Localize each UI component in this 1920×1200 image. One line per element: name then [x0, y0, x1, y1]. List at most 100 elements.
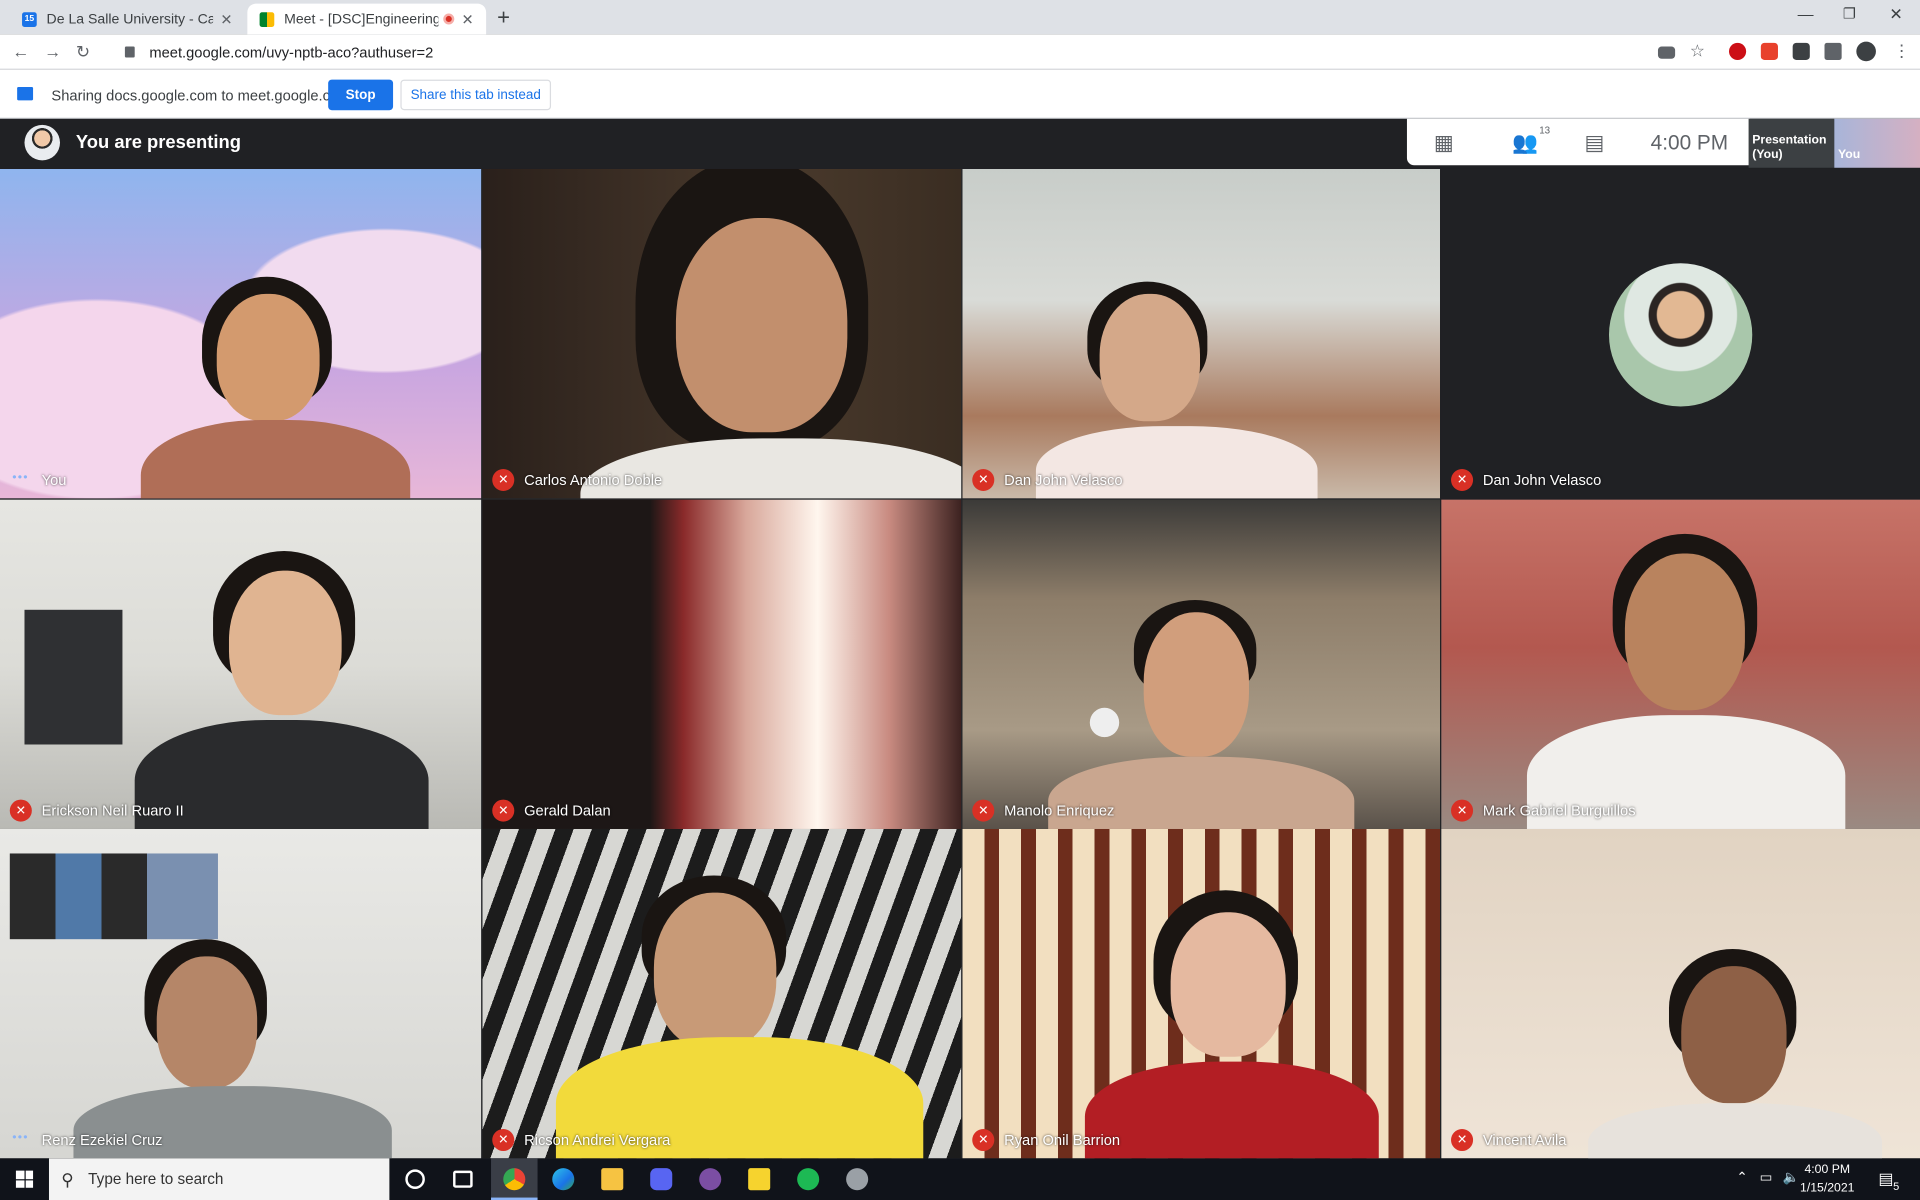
self-thumb-label: You — [1837, 148, 1861, 162]
lock-icon — [124, 46, 135, 58]
participant-name: Erickson Neil Ruaro II — [41, 802, 184, 820]
mic-off-icon: ✕ — [492, 1128, 515, 1152]
presentation-thumb-label: Presentation (You) — [1752, 133, 1827, 162]
camera-icon[interactable] — [1657, 46, 1676, 59]
screen-share-icon — [17, 86, 34, 101]
tp-extension-icon[interactable] — [1760, 42, 1778, 61]
participant-grid: ••• You ✕ Carlos Antonio Doble ✕ Dan Joh… — [0, 168, 1920, 1159]
file-explorer-icon[interactable] — [601, 1168, 624, 1191]
presentation-thumbnail[interactable]: Presentation (You) — [1748, 118, 1835, 168]
chat-icon[interactable]: ▤ — [1585, 131, 1605, 155]
reload-icon[interactable]: ↻ — [76, 42, 90, 63]
minimize-icon[interactable]: — — [1798, 5, 1814, 23]
close-tab-icon[interactable]: ✕ — [462, 10, 474, 27]
participant-tile[interactable]: ••• Renz Ezekiel Cruz — [0, 828, 482, 1159]
restore-icon[interactable]: ❐ — [1843, 5, 1856, 22]
participant-tile[interactable]: ✕ Gerald Dalan — [482, 499, 962, 829]
tab-title: Meet - [DSC]Engineering Office — [284, 11, 439, 27]
windows-start-icon[interactable] — [15, 1170, 34, 1188]
participant-tile[interactable]: ✕ Carlos Antonio Doble — [482, 168, 962, 499]
search-placeholder: Type here to search — [88, 1170, 224, 1188]
meet-header: You are presenting ▦ 👥 13 ▤ 4:00 PM — [0, 118, 1920, 169]
participant-name: Manolo Enriquez — [1004, 802, 1115, 820]
mic-off-icon: ✕ — [972, 799, 995, 822]
profile-avatar[interactable] — [1856, 41, 1876, 62]
mic-off-icon: ✕ — [972, 468, 995, 492]
taskbar-search[interactable]: ⚲ Type here to search — [48, 1158, 390, 1200]
tab-title: De La Salle University - Calendar — [46, 11, 213, 27]
participant-name: Dan John Velasco — [1482, 471, 1602, 489]
mic-off-icon: ✕ — [1451, 1128, 1474, 1152]
taskbar-time: 4:00 PM — [1804, 1163, 1851, 1177]
participant-name: Vincent Avila — [1482, 1131, 1567, 1149]
volume-icon[interactable]: 🔈 — [1783, 1169, 1800, 1186]
stop-sharing-button[interactable]: Stop — [328, 79, 394, 111]
edge-icon[interactable] — [552, 1168, 575, 1191]
participant-tile[interactable]: ✕ Vincent Avila — [1441, 828, 1920, 1159]
participant-tile[interactable]: ✕ Ricson Andrei Vergara — [482, 828, 962, 1159]
participant-tile[interactable]: ✕ Ryan Onil Barrion — [962, 828, 1441, 1159]
mic-off-icon: ✕ — [1451, 799, 1474, 822]
participant-tile[interactable]: ✕ Manolo Enriquez — [962, 499, 1441, 829]
cortana-icon[interactable] — [405, 1169, 425, 1189]
participant-name: Mark Gabriel Burguillos — [1482, 802, 1636, 820]
avatar — [24, 124, 61, 161]
chrome-icon[interactable] — [503, 1168, 526, 1191]
layout-grid-icon[interactable]: ▦ — [1434, 131, 1454, 155]
tab-calendar[interactable]: 15 De La Salle University - Calendar ✕ — [10, 4, 245, 35]
close-window-icon[interactable]: ✕ — [1889, 5, 1902, 25]
se-extension-icon[interactable] — [1792, 42, 1810, 61]
close-tab-icon[interactable]: ✕ — [220, 10, 232, 27]
participant-name: You — [41, 471, 67, 489]
speaking-indicator: ••• — [12, 1131, 29, 1145]
bookmark-star-icon[interactable]: ☆ — [1690, 40, 1705, 61]
participant-tile[interactable]: ✕ Mark Gabriel Burguillos — [1441, 499, 1920, 829]
mic-off-icon: ✕ — [1451, 468, 1474, 492]
presenting-label: You are presenting — [75, 132, 241, 154]
calendar-icon: 15 — [22, 11, 37, 27]
new-tab-button[interactable]: + — [497, 5, 510, 31]
mic-off-icon: ✕ — [9, 799, 32, 822]
people-icon[interactable]: 👥 — [1512, 131, 1538, 155]
avatar — [1608, 263, 1753, 407]
app-icon[interactable] — [846, 1168, 869, 1191]
taskbar-date: 1/15/2021 — [1800, 1181, 1855, 1196]
sharing-text: Sharing docs.google.com to meet.google.c… — [51, 86, 351, 105]
network-icon[interactable]: ▭ — [1760, 1169, 1773, 1186]
screen: 15 De La Salle University - Calendar ✕ M… — [0, 0, 1920, 1200]
self-thumbnail[interactable]: You — [1834, 118, 1920, 168]
address-bar[interactable]: meet.google.com/uvy-nptb-aco?authuser=2 — [110, 38, 1641, 66]
back-icon[interactable]: ← — [12, 42, 29, 62]
extensions-puzzle-icon[interactable] — [1824, 42, 1842, 61]
participant-name: Carlos Antonio Doble — [524, 471, 663, 489]
mic-off-icon: ✕ — [972, 1128, 995, 1152]
spotify-icon[interactable] — [797, 1168, 820, 1191]
wall-frames — [9, 853, 218, 940]
tray-chevron-icon[interactable]: ⌃ — [1736, 1169, 1747, 1186]
toolbar: ← → ↻ meet.google.com/uvy-nptb-aco?authu… — [0, 34, 1920, 70]
notification-count: 5 — [1893, 1180, 1900, 1193]
participant-tile[interactable]: ✕ Erickson Neil Ruaro II — [0, 499, 482, 829]
self-thumbnails: Presentation (You) You — [1748, 118, 1920, 168]
sticky-notes-icon[interactable] — [748, 1168, 771, 1191]
menu-kebab-icon[interactable]: ⋮ — [1893, 40, 1910, 61]
participant-tile[interactable]: ••• You — [0, 168, 482, 499]
mic-off-icon: ✕ — [492, 468, 515, 492]
recording-icon — [443, 13, 455, 25]
participant-name: Ricson Andrei Vergara — [524, 1131, 671, 1149]
taskbar: ⚲ Type here to search ⌃ ▭ 🔈 4:00 PM 1/15… — [0, 1158, 1920, 1200]
taskbar-clock[interactable]: 4:00 PM 1/15/2021 — [1800, 1161, 1854, 1198]
tab-meet[interactable]: Meet - [DSC]Engineering Office ✕ — [247, 3, 487, 35]
share-this-tab-button[interactable]: Share this tab instead — [400, 79, 552, 111]
participant-tile[interactable]: ✕ Dan John Velasco — [962, 168, 1441, 499]
notification-icon[interactable]: ▤ — [1878, 1169, 1893, 1189]
forward-icon[interactable]: → — [44, 42, 61, 62]
participant-tile[interactable]: ✕ Dan John Velasco — [1441, 168, 1920, 499]
opera-extension-icon[interactable] — [1728, 42, 1747, 61]
task-view-icon[interactable] — [453, 1170, 473, 1188]
meeting-time: 4:00 PM — [1650, 131, 1729, 155]
meeting-controls: ▦ 👥 13 ▤ 4:00 PM — [1406, 118, 1750, 166]
participant-name: Dan John Velasco — [1004, 471, 1123, 489]
discord-icon[interactable] — [650, 1168, 673, 1191]
app-icon[interactable] — [699, 1168, 722, 1191]
